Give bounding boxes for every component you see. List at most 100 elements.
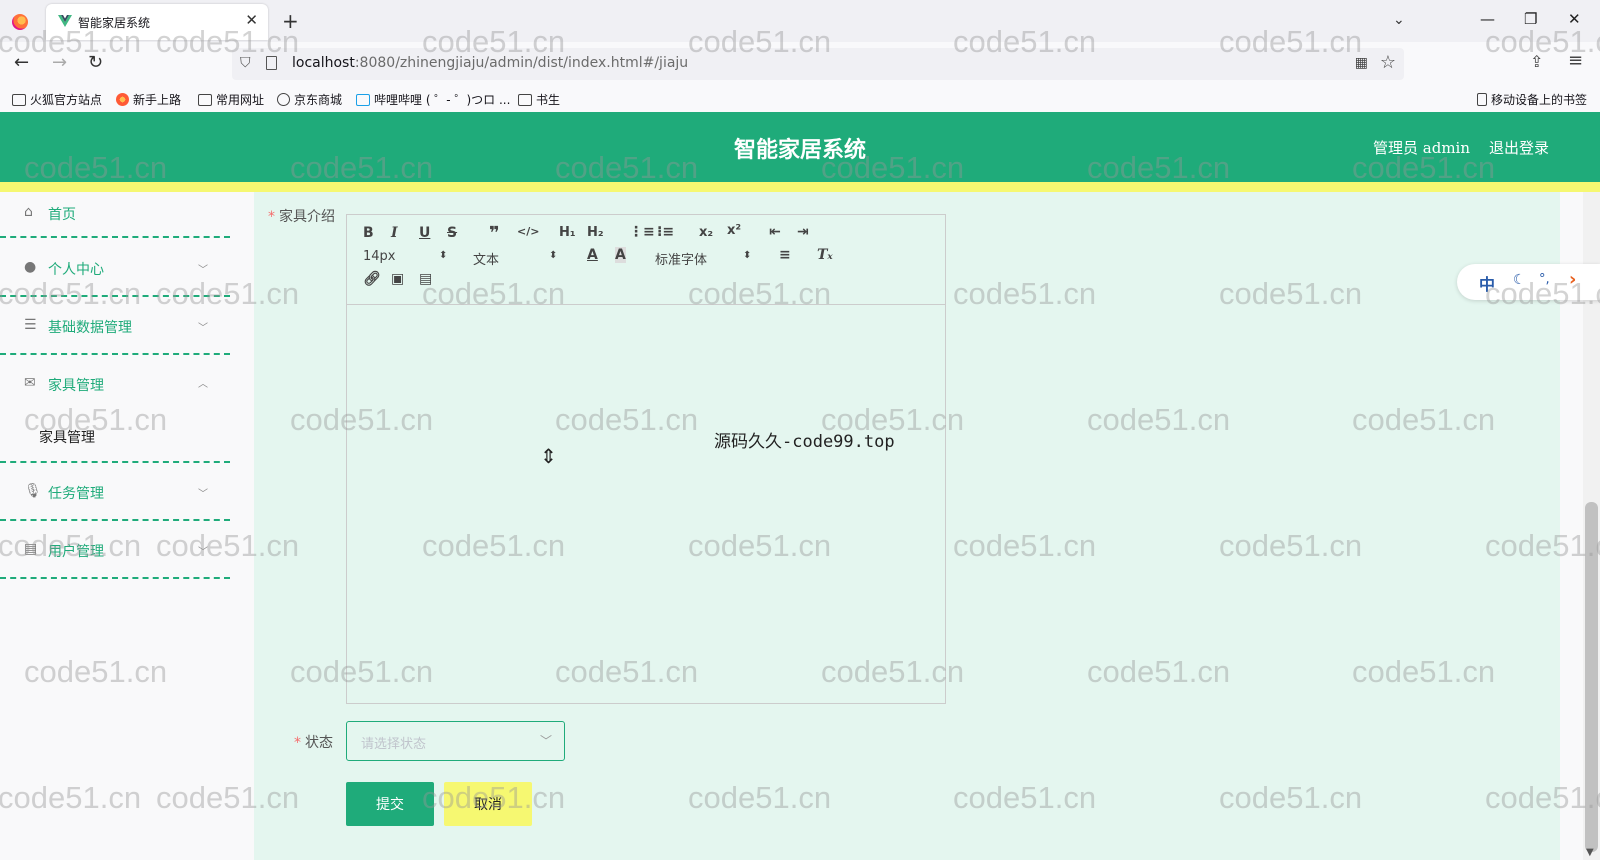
- indent-icon[interactable]: ⇥: [797, 224, 809, 240]
- submit-button[interactable]: 提交: [346, 782, 434, 826]
- furniture-intro-label: * 家具介绍: [268, 209, 335, 225]
- background-color-icon[interactable]: A: [615, 247, 626, 263]
- chevron-down-icon: ﹀: [198, 323, 208, 334]
- editor-content-area[interactable]: [347, 305, 945, 703]
- code-block-icon[interactable]: </>: [517, 225, 539, 238]
- browser-nav-bar: ← → ↻ ⛉ localhost:8080/zhinengjiaju/admi…: [0, 42, 1600, 86]
- star-icon[interactable]: ☆: [1380, 52, 1396, 73]
- menu-divider: [0, 577, 230, 579]
- forward-icon[interactable]: →: [52, 52, 67, 73]
- app-title: 智能家居系统: [733, 137, 866, 163]
- heading2-icon[interactable]: H₂: [587, 225, 604, 240]
- home-icon: ⌂: [24, 204, 33, 220]
- link-icon[interactable]: 🔗︎: [363, 271, 381, 287]
- align-icon[interactable]: ≡: [779, 247, 791, 263]
- chevron-up-icon: ︿: [198, 379, 208, 390]
- folder-icon: [12, 93, 26, 106]
- header-accent-bar: [0, 182, 1600, 192]
- chevron-down-icon[interactable]: ▼: [1586, 847, 1594, 858]
- ime-toolbar[interactable]: 中 ☾ °, ›: [1457, 264, 1600, 300]
- new-tab-button[interactable]: +: [282, 9, 299, 33]
- tab-title: 智能家居系统: [78, 16, 151, 30]
- mobile-bookmarks[interactable]: 移动设备上的书签: [1477, 91, 1587, 108]
- superscript-icon[interactable]: x²: [727, 223, 741, 238]
- bookmark-item[interactable]: 书生: [518, 91, 560, 108]
- chevron-right-icon[interactable]: ›: [1569, 269, 1576, 290]
- bookmark-item[interactable]: 京东商城: [277, 91, 342, 108]
- logout-button[interactable]: 退出登录: [1489, 137, 1549, 158]
- status-select[interactable]: 请选择状态 ﹀: [346, 721, 565, 761]
- microphone-icon: 🎙︎: [24, 483, 42, 499]
- menu-divider: [0, 461, 230, 463]
- globe-icon: [277, 93, 290, 106]
- subscript-icon[interactable]: x₂: [699, 225, 713, 240]
- firefox-icon: [116, 93, 129, 106]
- status-label: * 状态: [294, 735, 333, 751]
- bullet-list-icon[interactable]: ⁝≡: [657, 224, 674, 240]
- hamburger-menu-icon[interactable]: ≡: [1568, 50, 1583, 71]
- extensions-icon[interactable]: ⇪: [1530, 52, 1543, 71]
- chevron-down-icon: ﹀: [198, 265, 208, 276]
- bookmark-item[interactable]: 哔哩哔哩 ( ゜- ゜)つロ ...: [356, 91, 510, 108]
- punctuation-icon[interactable]: °,: [1539, 272, 1550, 287]
- clear-format-icon[interactable]: Tₓ: [817, 247, 833, 263]
- font-family-select[interactable]: 标准字体 ⬍: [655, 249, 751, 268]
- ordered-list-icon[interactable]: ⋮≡: [629, 224, 655, 240]
- sidebar-subitem-furniture-manage[interactable]: 家具管理: [39, 427, 95, 447]
- blockquote-icon[interactable]: ❞: [489, 223, 500, 244]
- moon-icon[interactable]: ☾: [1513, 272, 1526, 288]
- menu-divider: [0, 519, 230, 521]
- chevron-down-icon: ﹀: [198, 489, 208, 500]
- video-icon[interactable]: ▤: [419, 271, 432, 287]
- bookmark-item[interactable]: 常用网址: [198, 91, 264, 108]
- sidebar: ⌂ 首页 ● 个人中心 ﹀ ☰ 基础数据管理 ﹀ ✉ 家具管理 ︿ 家具管理 🎙…: [0, 192, 230, 860]
- image-icon[interactable]: ▣: [391, 271, 404, 287]
- browser-tab[interactable]: 智能家居系统 ✕: [46, 4, 268, 40]
- folder-icon: [198, 93, 212, 106]
- current-user: 管理员 admin: [1373, 139, 1470, 157]
- chevron-down-icon: ﹀: [539, 734, 552, 748]
- text-style-select[interactable]: 文本 ⬍: [473, 249, 557, 268]
- phone-icon: [1477, 93, 1487, 106]
- url-bar[interactable]: ⛉ localhost:8080/zhinengjiaju/admin/dist…: [232, 48, 1404, 80]
- sidebar-item-furniture[interactable]: ✉ 家具管理 ︿: [0, 364, 230, 420]
- cancel-button[interactable]: 取消: [444, 782, 532, 826]
- back-icon[interactable]: ←: [14, 52, 29, 73]
- card-icon: ▤: [24, 541, 38, 557]
- font-size-select[interactable]: 14px ⬍: [363, 249, 447, 264]
- bookmarks-bar: 火狐官方站点 新手上路 常用网址 京东商城 哔哩哔哩 ( ゜- ゜)つロ ...…: [0, 86, 1600, 112]
- ime-language[interactable]: 中: [1479, 271, 1495, 295]
- font-color-icon[interactable]: A: [587, 247, 598, 263]
- outdent-icon[interactable]: ⇤: [769, 224, 781, 240]
- page-icon: [266, 56, 277, 70]
- chevron-down-icon[interactable]: ⌄: [1393, 12, 1405, 28]
- scrollbar-thumb[interactable]: [1585, 502, 1598, 852]
- vue-icon: [58, 15, 72, 27]
- heading1-icon[interactable]: H₁: [559, 225, 576, 240]
- restore-icon[interactable]: ❐: [1524, 10, 1537, 28]
- user-icon: ●: [24, 259, 37, 275]
- sliders-icon: ☰: [24, 317, 37, 333]
- bilibili-icon: [356, 93, 370, 106]
- menu-divider: [0, 295, 230, 297]
- bold-icon[interactable]: B: [363, 225, 374, 241]
- minimize-icon[interactable]: —: [1480, 10, 1495, 28]
- reload-icon[interactable]: ↻: [88, 52, 103, 73]
- app-header: 智能家居系统 管理员 admin 退出登录: [0, 112, 1600, 182]
- rich-text-editor: B I U S ❞ </> H₁ H₂ ⋮≡ ⁝≡ x₂ x² ⇤ ⇥ 14px…: [346, 214, 946, 704]
- editor-toolbar: B I U S ❞ </> H₁ H₂ ⋮≡ ⁝≡ x₂ x² ⇤ ⇥ 14px…: [347, 215, 945, 305]
- bookmark-item[interactable]: 新手上路: [116, 91, 181, 108]
- tab-close-icon[interactable]: ✕: [245, 11, 258, 29]
- close-window-icon[interactable]: ✕: [1568, 10, 1581, 28]
- shield-icon[interactable]: ⛉: [240, 55, 251, 71]
- sidebar-item-home[interactable]: ⌂ 首页: [0, 192, 230, 248]
- text-cursor-icon: ⇕: [540, 444, 557, 468]
- underline-icon[interactable]: U: [419, 225, 430, 241]
- strikethrough-icon[interactable]: S: [447, 225, 457, 241]
- url-text[interactable]: localhost:8080/zhinengjiaju/admin/dist/i…: [292, 55, 688, 71]
- bookmark-item[interactable]: 火狐官方站点: [12, 91, 102, 108]
- qr-code-icon[interactable]: ▦: [1355, 55, 1368, 71]
- italic-icon[interactable]: I: [391, 225, 398, 241]
- status-placeholder: 请选择状态: [361, 737, 427, 752]
- firefox-icon: [12, 14, 28, 30]
